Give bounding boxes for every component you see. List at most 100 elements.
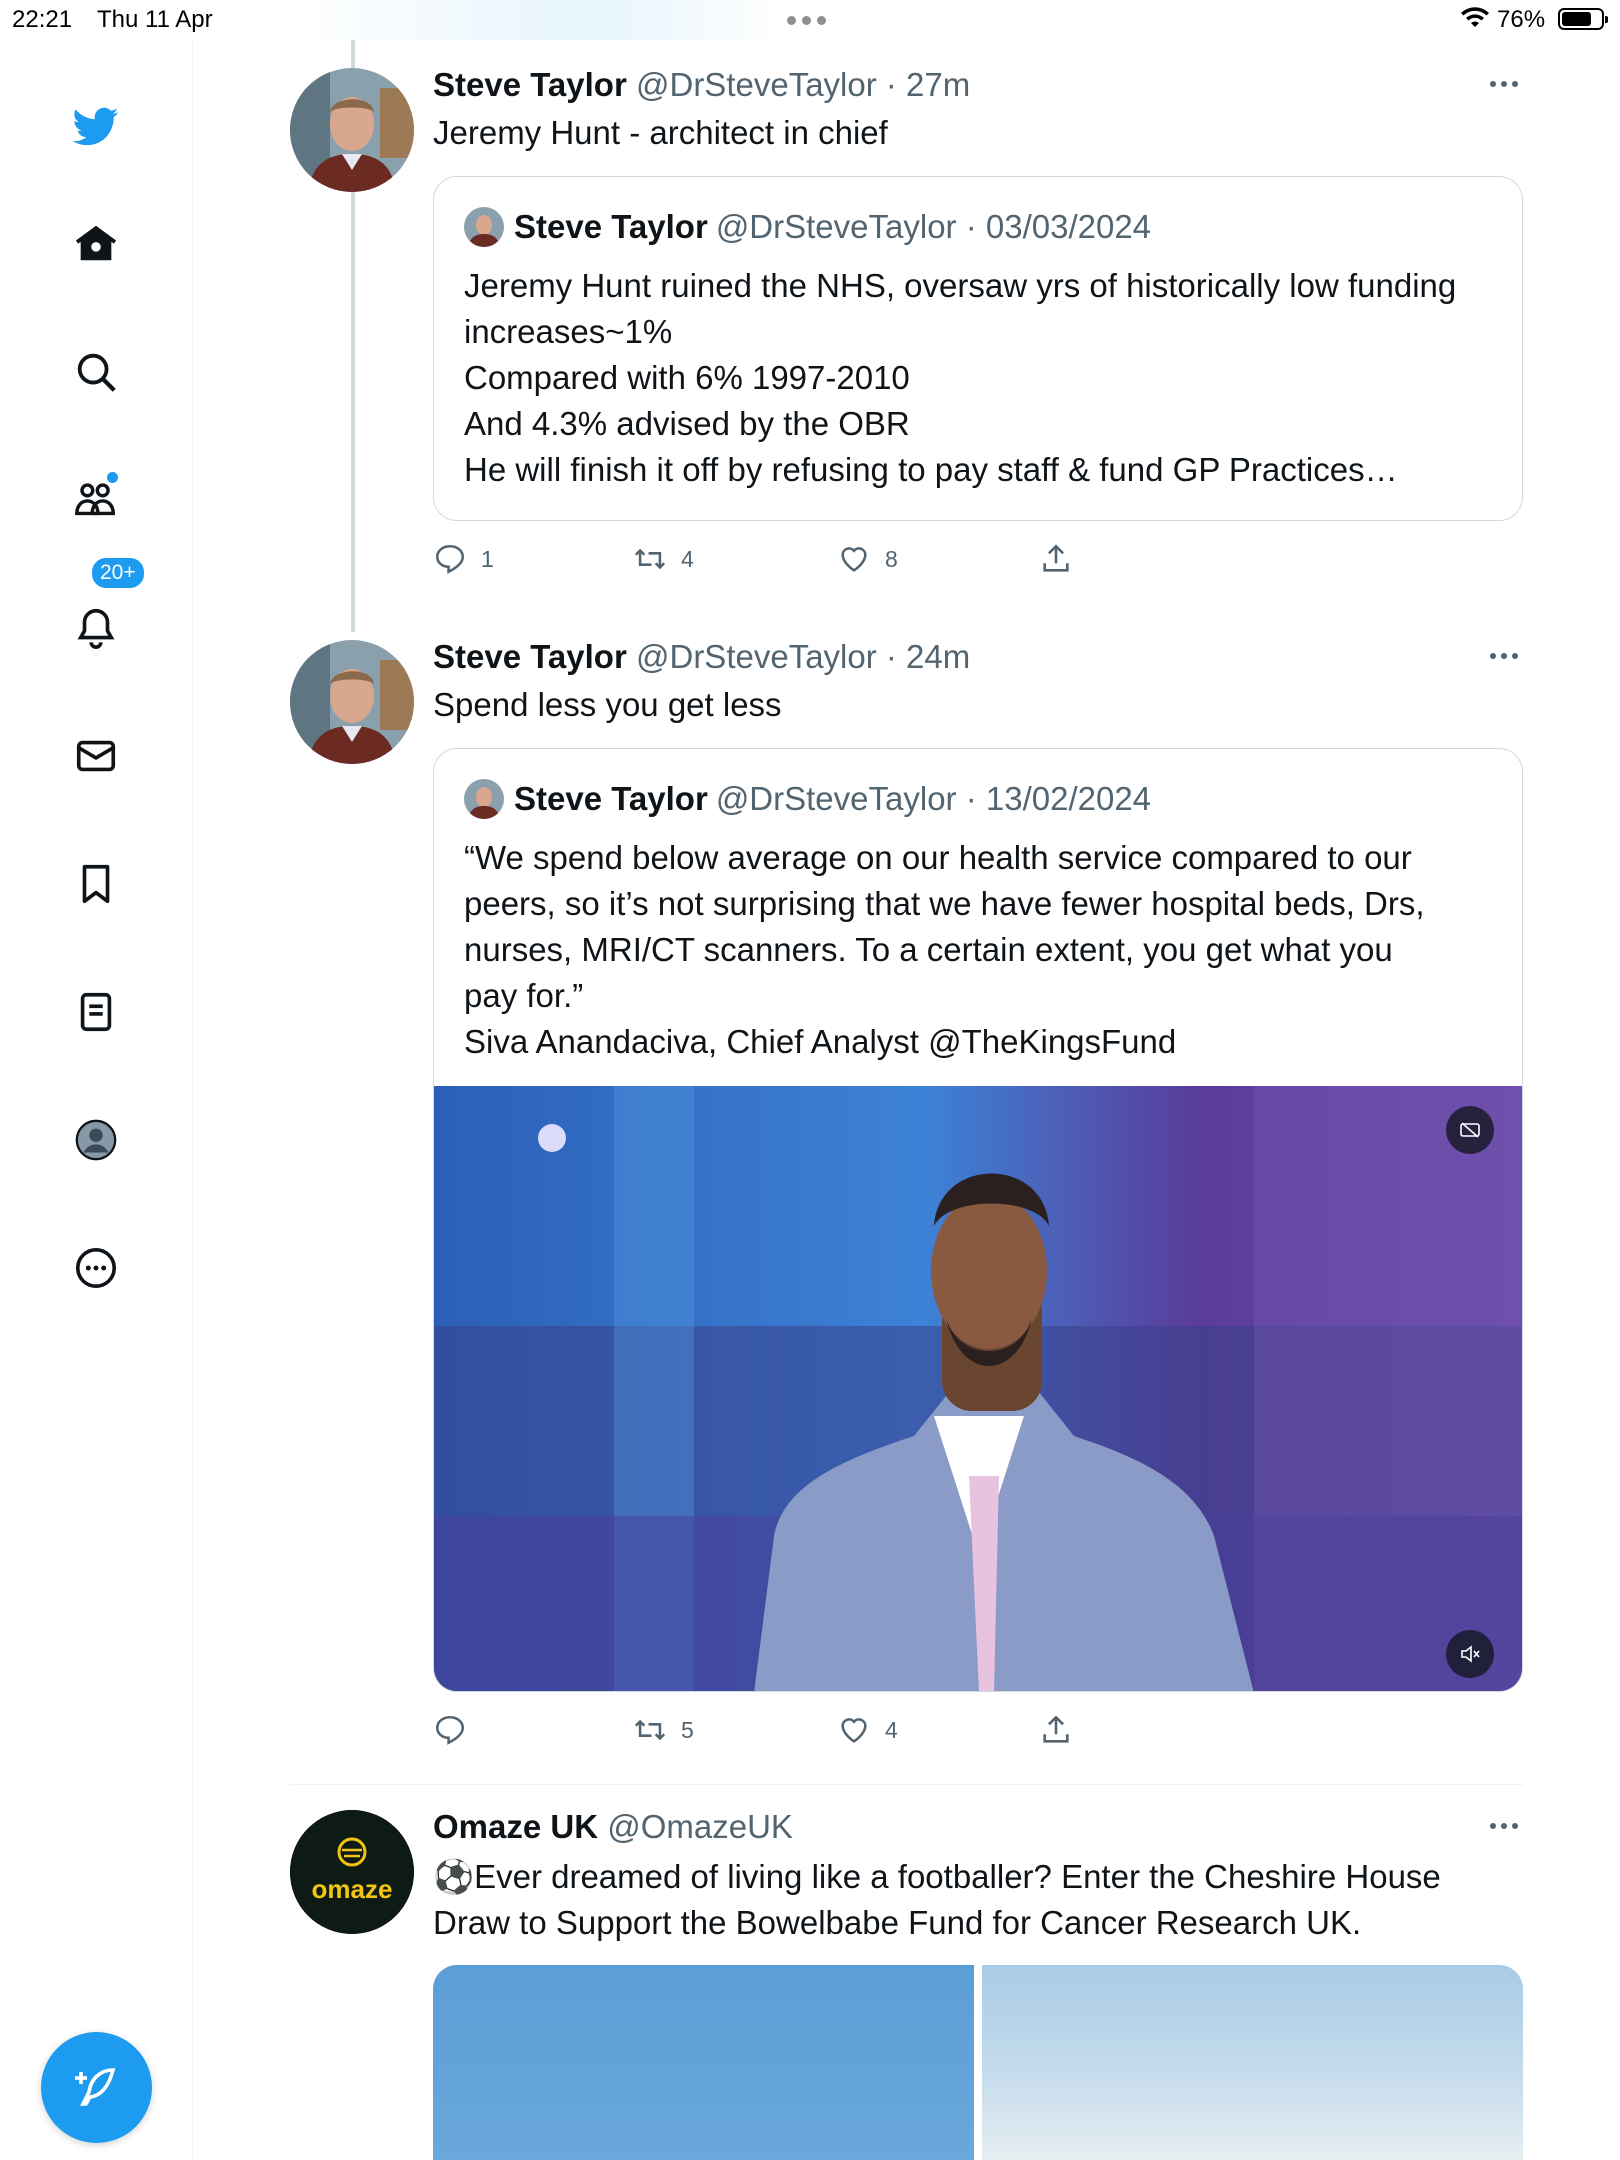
avatar[interactable] (290, 68, 414, 192)
reply-icon (435, 544, 465, 574)
mute-icon[interactable] (1446, 1630, 1494, 1678)
thread-line (351, 40, 355, 68)
quoted-tweet-text: “We spend below average on our health se… (464, 835, 1425, 1065)
author-name[interactable]: Omaze UK (433, 1808, 598, 1845)
quoted-author-handle-date: @DrSteveTaylor · 13/02/2024 (715, 780, 1152, 817)
quoted-line: nurses, MRI/CT scanners. To a certain ex… (464, 931, 1393, 968)
tweet-actions: 1 4 8 (433, 542, 1133, 582)
tweet-line: Draw to Support the Bowelbabe Fund for C… (433, 1904, 1362, 1941)
share-button[interactable] (1039, 542, 1087, 576)
video-frame (434, 1086, 1522, 1691)
tweet-actions: 5 4 (433, 1713, 1133, 1753)
reply-button[interactable]: 1 (433, 542, 494, 576)
retweet-icon (634, 548, 666, 570)
quoted-line: And 4.3% advised by the OBR (464, 405, 910, 442)
search-icon[interactable] (60, 336, 132, 408)
home-icon[interactable] (60, 208, 132, 280)
status-bar: 22:21 Thu 11 Apr 76% (0, 0, 1620, 40)
author-name[interactable]: Steve Taylor (433, 66, 627, 103)
quoted-author-name: Steve Taylor (514, 780, 708, 817)
quoted-tweet-header: Steve Taylor @DrSteveTaylor · 13/02/2024 (464, 779, 1151, 819)
author-handle-time[interactable]: @DrSteveTaylor · 24m (636, 638, 970, 675)
captions-icon[interactable] (1446, 1106, 1494, 1154)
battery-icon (1558, 8, 1608, 30)
communities-dot-badge (107, 472, 118, 483)
quoted-author-handle-date: @DrSteveTaylor · 03/03/2024 (715, 208, 1152, 245)
quoted-line: Jeremy Hunt ruined the NHS, oversaw yrs … (464, 267, 1457, 304)
battery-percent: 76% (1497, 6, 1546, 33)
reply-count: 1 (481, 545, 494, 572)
twitter-logo-icon[interactable] (60, 90, 132, 162)
share-button[interactable] (1039, 1713, 1087, 1747)
omaze-logo-icon (290, 1810, 414, 1934)
like-count: 8 (885, 545, 898, 572)
omaze-avatar[interactable]: omaze (290, 1810, 414, 1934)
retweet-icon (634, 1719, 666, 1741)
media-grid[interactable] (433, 1965, 1523, 2160)
notifications-bell-icon[interactable] (60, 592, 132, 664)
thread-line (351, 186, 355, 632)
media-image[interactable] (982, 1965, 1523, 2160)
retweet-count: 4 (681, 545, 694, 572)
tweet-divider (290, 1784, 1524, 1785)
quoted-avatar (464, 779, 504, 819)
more-options-circle-icon[interactable] (60, 1232, 132, 1304)
video-player[interactable] (434, 1086, 1522, 1691)
like-count: 4 (885, 1716, 898, 1743)
quoted-line: “We spend below average on our health se… (464, 839, 1412, 876)
lists-icon[interactable] (60, 976, 132, 1048)
quoted-avatar (464, 207, 504, 247)
multitasking-dots-icon[interactable] (787, 16, 826, 25)
tweet-more-button[interactable] (1490, 653, 1522, 663)
tweet-more-button[interactable] (1490, 81, 1522, 91)
quoted-tweet[interactable]: Steve Taylor @DrSteveTaylor · 13/02/2024… (433, 748, 1523, 1692)
reply-button[interactable] (433, 1713, 481, 1747)
tweet-text: Jeremy Hunt - architect in chief (433, 114, 888, 151)
quoted-line: Compared with 6% 1997-2010 (464, 359, 910, 396)
media-image[interactable] (433, 1965, 974, 2160)
author-handle-time[interactable]: @DrSteveTaylor · 27m (636, 66, 970, 103)
retweet-count: 5 (681, 1716, 694, 1743)
like-button[interactable]: 8 (837, 542, 898, 576)
tweet-header: Steve Taylor @DrSteveTaylor · 24m (433, 638, 970, 676)
messages-mail-icon[interactable] (60, 720, 132, 792)
avatar[interactable] (290, 640, 414, 764)
tweet-header: Omaze UK @OmazeUK (433, 1808, 793, 1846)
tweet-line: ⚽Ever dreamed of living like a footballe… (433, 1858, 1441, 1895)
compose-tweet-button[interactable] (41, 2032, 152, 2143)
share-icon (1043, 544, 1069, 572)
like-button[interactable]: 4 (837, 1713, 898, 1747)
quoted-line: increases~1% (464, 313, 673, 350)
tweet-text: ⚽Ever dreamed of living like a footballe… (433, 1854, 1441, 1946)
author-handle[interactable]: @OmazeUK (607, 1808, 793, 1845)
reply-icon (435, 1715, 465, 1745)
wifi-icon (1461, 7, 1489, 27)
bookmarks-icon[interactable] (60, 848, 132, 920)
quoted-line: peers, so it’s not surprising that we ha… (464, 885, 1425, 922)
retweet-button[interactable]: 4 (633, 542, 694, 576)
status-date: Thu 11 Apr (97, 6, 213, 33)
tweet-more-button[interactable] (1490, 1823, 1522, 1833)
quoted-line: pay for.” (464, 977, 584, 1014)
communities-icon[interactable] (60, 464, 132, 536)
quoted-line: He will finish it off by refusing to pay… (464, 451, 1398, 488)
quoted-tweet-header: Steve Taylor @DrSteveTaylor · 03/03/2024 (464, 207, 1151, 247)
heart-icon (841, 547, 867, 572)
notification-count-badge: 20+ (90, 556, 146, 590)
quoted-author-name: Steve Taylor (514, 208, 708, 245)
tweet-text: Spend less you get less (433, 686, 782, 723)
tweet-header: Steve Taylor @DrSteveTaylor · 27m (433, 66, 970, 104)
author-name[interactable]: Steve Taylor (433, 638, 627, 675)
compose-feather-icon (74, 2067, 115, 2106)
sidebar: 20+ (0, 40, 193, 2160)
quoted-tweet-text: Jeremy Hunt ruined the NHS, oversaw yrs … (464, 263, 1456, 493)
heart-icon (841, 1718, 867, 1743)
quoted-line: Siva Anandaciva, Chief Analyst @TheKings… (464, 1023, 1177, 1060)
share-icon (1043, 1715, 1069, 1743)
profile-avatar-icon[interactable] (60, 1104, 132, 1176)
retweet-button[interactable]: 5 (633, 1713, 694, 1747)
status-time: 22:21 (12, 6, 73, 33)
quoted-tweet[interactable]: Steve Taylor @DrSteveTaylor · 03/03/2024… (433, 176, 1523, 521)
top-fade (322, 0, 772, 40)
omaze-avatar-label: omaze (311, 1874, 393, 1904)
